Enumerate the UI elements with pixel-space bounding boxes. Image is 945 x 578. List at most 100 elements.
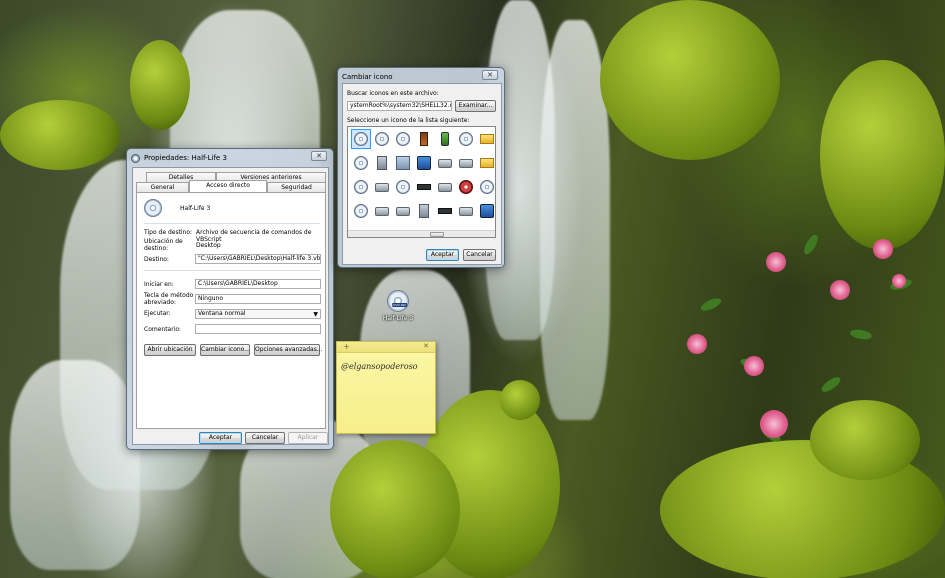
network-icon <box>480 204 494 218</box>
printer-icon <box>377 156 387 170</box>
icon-option[interactable] <box>373 202 391 220</box>
icon-option[interactable] <box>394 154 412 172</box>
properties-title: Propiedades: Half-Life 3 <box>144 154 227 162</box>
drive-icon <box>375 207 389 216</box>
properties-client: Detalles Versiones anteriores General Ac… <box>132 167 329 445</box>
icon-option[interactable] <box>352 154 370 172</box>
icon-option[interactable] <box>478 202 495 220</box>
icon-option[interactable] <box>415 178 433 196</box>
add-note-icon[interactable]: + <box>343 342 350 351</box>
flower <box>830 280 850 300</box>
close-note-icon[interactable]: ✕ <box>423 342 429 350</box>
drive-icon <box>459 207 473 216</box>
moss-rock <box>330 440 460 578</box>
icon-option[interactable] <box>352 178 370 196</box>
memory-chip-icon <box>438 208 452 214</box>
moss-rock <box>810 400 920 480</box>
icon-option[interactable] <box>457 202 475 220</box>
ok-button[interactable]: Aceptar <box>426 249 459 261</box>
icon-option[interactable] <box>373 178 391 196</box>
icon-list-scrollbar[interactable] <box>348 230 495 237</box>
icon-option[interactable] <box>436 202 454 220</box>
cd-disc-icon <box>396 132 410 146</box>
separator <box>144 223 320 224</box>
icon-option[interactable] <box>436 130 454 148</box>
flower <box>760 410 788 438</box>
icon-option[interactable] <box>457 130 475 148</box>
drive-icon <box>375 183 389 192</box>
icon-option[interactable] <box>436 178 454 196</box>
camera-icon <box>419 204 429 218</box>
scrollbar-thumb[interactable] <box>430 232 444 237</box>
moss-rock <box>130 40 190 130</box>
cancel-button[interactable]: Cancelar <box>463 249 496 261</box>
desktop-shortcut-half-life-3[interactable]: DVD-RW Half-Life 3 <box>379 290 417 322</box>
leaf <box>819 374 843 395</box>
start-in-field[interactable]: C:\Users\GABRIEL\Desktop <box>195 279 321 289</box>
icon-option[interactable] <box>394 130 412 148</box>
icon-option[interactable] <box>373 154 391 172</box>
icon-list[interactable] <box>347 126 496 238</box>
apply-button[interactable]: Aplicar <box>288 432 328 444</box>
tab-seguridad[interactable]: Seguridad <box>267 182 326 192</box>
change-icon-dialog: Cambiar icono ✕ Buscar iconos en este ar… <box>337 67 505 268</box>
flower <box>766 252 786 272</box>
shortcut-key-field[interactable]: Ninguno <box>195 294 321 304</box>
moss-rock <box>500 380 540 420</box>
icon-option[interactable] <box>478 154 495 172</box>
sticky-note-header: + ✕ <box>337 342 435 353</box>
cd-disc-icon <box>480 180 494 194</box>
icon-list-label: Seleccione un icono de la lista siguient… <box>347 117 470 124</box>
icon-option[interactable] <box>415 154 433 172</box>
open-location-button[interactable]: Abrir ubicación <box>144 344 196 356</box>
icon-option[interactable] <box>373 130 391 148</box>
network-icon <box>417 156 431 170</box>
advanced-options-button[interactable]: Opciones avanzadas... <box>254 344 323 356</box>
icon-option[interactable] <box>394 202 412 220</box>
properties-titlebar[interactable]: Propiedades: Half-Life 3 <box>127 149 333 167</box>
dvd-disc-icon <box>459 132 473 146</box>
cd-disc-icon <box>354 180 368 194</box>
shortcut-key-label: Tecla de método abreviado: <box>144 292 194 306</box>
moss-rock <box>600 0 780 160</box>
close-button[interactable]: ✕ <box>482 70 498 80</box>
change-icon-title: Cambiar icono <box>342 73 393 81</box>
cd-disc-icon <box>354 156 368 170</box>
ok-button[interactable]: Aceptar <box>199 432 242 444</box>
shortcut-name: Half-Life 3 <box>180 205 211 212</box>
disc-tag: DVD-RW <box>392 302 407 307</box>
icon-option[interactable] <box>457 154 475 172</box>
sticky-note-text[interactable]: @elgansopoderoso <box>337 353 435 371</box>
sticky-note[interactable]: + ✕ @elgansopoderoso <box>336 341 436 434</box>
target-field[interactable]: "C:\Users\GABRIEL\Desktop\Half-life 3.vb… <box>195 254 321 264</box>
comment-field[interactable] <box>195 324 321 334</box>
run-select-value: Ventana normal <box>198 310 246 317</box>
memory-chip-icon <box>417 184 431 190</box>
icon-option[interactable] <box>351 129 371 149</box>
media-disc-icon <box>459 180 473 194</box>
target-label: Destino: <box>144 256 169 263</box>
icon-option[interactable] <box>436 154 454 172</box>
icon-option[interactable] <box>352 202 370 220</box>
browse-button[interactable]: Examinar... <box>455 100 496 112</box>
dvd-disc-icon <box>396 180 410 194</box>
target-location-label: Ubicación de destino: <box>144 238 183 252</box>
cancel-button[interactable]: Cancelar <box>245 432 285 444</box>
change-icon-button[interactable]: Cambiar icono... <box>200 344 250 356</box>
tab-acceso-directo[interactable]: Acceso directo <box>189 180 267 192</box>
icon-option[interactable] <box>457 178 475 196</box>
icon-option[interactable] <box>478 178 495 196</box>
icon-option[interactable] <box>415 130 433 148</box>
cd-disc-icon <box>354 204 368 218</box>
flower <box>744 356 764 376</box>
icon-file-path-field[interactable]: ystemRoot%\system32\SHELL32.dll <box>347 101 452 111</box>
dvd-disc-icon <box>354 132 368 146</box>
icon-option[interactable] <box>394 178 412 196</box>
dvd-disc-icon: DVD-RW <box>387 290 409 312</box>
tab-general[interactable]: General <box>136 182 189 192</box>
close-button[interactable]: ✕ <box>311 151 327 161</box>
run-select[interactable]: Ventana normal ▼ <box>195 309 321 319</box>
icon-option[interactable] <box>478 130 495 148</box>
icon-option[interactable] <box>415 202 433 220</box>
moss-rock <box>0 100 120 170</box>
